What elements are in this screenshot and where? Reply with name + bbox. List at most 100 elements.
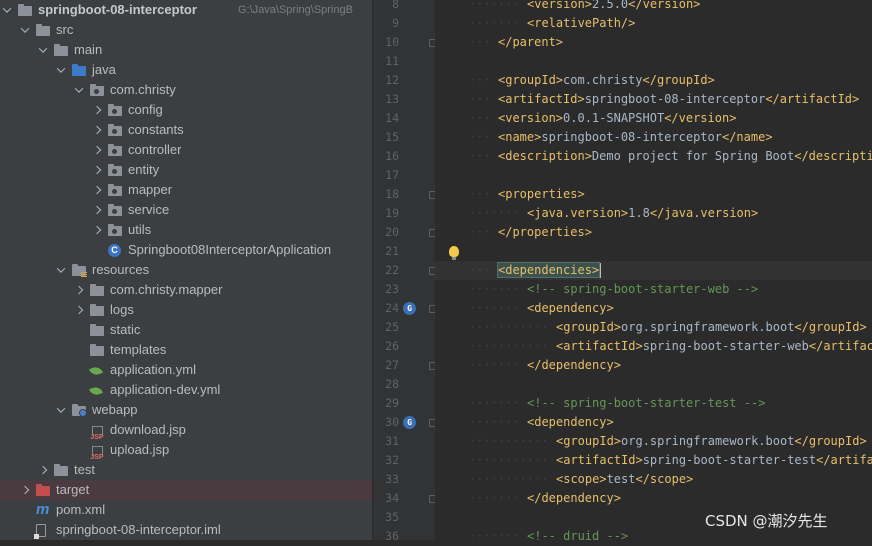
xml-tag: <name>	[498, 130, 542, 144]
code-line[interactable]: ······· <dependency>	[435, 299, 872, 318]
tree-item-label: service	[128, 202, 170, 217]
code-line[interactable]: ··· <name>springboot-08-interceptor</name…	[435, 128, 872, 147]
line-number: 15	[385, 130, 399, 144]
code-text: <description>Demo project for Spring Boo…	[498, 147, 872, 166]
tree-item-templates[interactable]: templates	[0, 340, 372, 360]
chevron-right-icon[interactable]	[91, 140, 103, 160]
code-line[interactable]: ······· <dependency>	[435, 413, 872, 432]
tree-item-utils[interactable]: utils	[0, 220, 372, 240]
tree-item-logs[interactable]: logs	[0, 300, 372, 320]
chevron-down-icon[interactable]	[55, 60, 67, 80]
chevron-down-icon[interactable]	[19, 20, 31, 40]
tree-item-com-christy-mapper[interactable]: com.christy.mapper	[0, 280, 372, 300]
chevron-down-icon[interactable]	[73, 80, 85, 100]
chevron-right-icon[interactable]	[19, 480, 31, 500]
chevron-right-icon[interactable]	[91, 200, 103, 220]
xml-tag: <dependencies>	[496, 262, 601, 278]
code-line[interactable]	[435, 52, 872, 71]
tree-item-java[interactable]: java	[0, 60, 372, 80]
code-text: <relativePath/>	[527, 14, 635, 33]
code-line[interactable]: ··········· <groupId>org.springframework.…	[435, 432, 872, 451]
code-line[interactable]: ······· <!-- spring-boot-starter-web -->	[435, 280, 872, 299]
resources-folder-icon	[72, 264, 87, 277]
code-line[interactable]: ··· <artifactId>springboot-08-interceptor…	[435, 90, 872, 109]
tree-item-entity[interactable]: entity	[0, 160, 372, 180]
code-line[interactable]: ······· <!-- spring-boot-starter-test -->	[435, 394, 872, 413]
tree-item-test[interactable]: test	[0, 460, 372, 480]
chevron-down-icon[interactable]	[37, 40, 49, 60]
code-line[interactable]: ··········· <artifactId>spring-boot-start…	[435, 337, 872, 356]
tree-item-com-christy[interactable]: com.christy	[0, 80, 372, 100]
tree-item-application-dev-yml[interactable]: application-dev.yml	[0, 380, 372, 400]
tree-row-root[interactable]: springboot-08-interceptor G:\Java\Spring\…	[0, 0, 372, 20]
tree-item-webapp[interactable]: webapp	[0, 400, 372, 420]
code-line[interactable]: ··········· <groupId>org.springframework.…	[435, 318, 872, 337]
chevron-down-icon[interactable]	[55, 400, 67, 420]
chevron-right-icon[interactable]	[73, 300, 85, 320]
tree-item-service[interactable]: service	[0, 200, 372, 220]
tree-item-download-jsp[interactable]: JSP download.jsp	[0, 420, 372, 441]
xml-text: springboot-08-interceptor	[541, 130, 722, 144]
tree-item-resources[interactable]: resources	[0, 260, 372, 280]
code-line[interactable]: ··· <groupId>com.christy</groupId>	[435, 71, 872, 90]
xml-tag: <version>	[527, 0, 593, 11]
tree-item-src[interactable]: src	[0, 20, 372, 40]
tree-item-controller[interactable]: controller	[0, 140, 372, 160]
editor-gutter[interactable]: 8 9 10 11 12 13 14 15 16 17 18 19 20 21 22 23 24 25 26 27 28…	[373, 0, 437, 543]
xml-tag: </groupId>	[794, 320, 867, 334]
chevron-down-icon[interactable]	[1, 0, 13, 20]
tree-item-main[interactable]: main	[0, 40, 372, 60]
tree-item-label: config	[128, 102, 163, 117]
code-line[interactable]: ······· </dependency>	[435, 356, 872, 375]
code-line[interactable]	[435, 242, 872, 261]
chevron-right-icon[interactable]	[73, 280, 85, 300]
tree-item-label: upload.jsp	[110, 442, 170, 457]
tree-item-static[interactable]: static	[0, 320, 372, 340]
code-line[interactable]: ··· <properties>	[435, 185, 872, 204]
tree-item-application-yml[interactable]: application.yml	[0, 360, 372, 380]
tree-item-springboot-08-interceptor-iml[interactable]: springboot-08-interceptor.iml	[0, 520, 372, 540]
tree-item-springboot08interceptorapplication[interactable]: C Springboot08InterceptorApplication	[0, 240, 372, 260]
code-line[interactable]: ··········· <artifactId>spring-boot-start…	[435, 451, 872, 470]
code-line[interactable]: ··· <dependencies>	[435, 261, 872, 280]
line-number: 30	[385, 415, 399, 429]
line-number: 16	[385, 149, 399, 163]
code-line[interactable]	[435, 166, 872, 185]
tree-item-constants[interactable]: constants	[0, 120, 372, 140]
chevron-right-icon[interactable]	[91, 180, 103, 200]
chevron-down-icon[interactable]	[55, 260, 67, 280]
code-editor[interactable]: ······· <version>2.5.0</version> ······· <r…	[435, 0, 872, 540]
tree-item-config[interactable]: config	[0, 100, 372, 120]
code-line[interactable]: ··········· <scope>test</scope>	[435, 470, 872, 489]
code-line[interactable]: ······· <relativePath/>	[435, 14, 872, 33]
code-line[interactable]: ······· </dependency>	[435, 489, 872, 508]
tree-item-label: constants	[128, 122, 184, 137]
xml-tag: </dependency>	[527, 491, 621, 505]
project-tree[interactable]: springboot-08-interceptor G:\Java\Spring\…	[0, 0, 372, 540]
code-line[interactable]: ··· <version>0.0.1-SNAPSHOT</version>	[435, 109, 872, 128]
chevron-right-icon[interactable]	[37, 460, 49, 480]
code-line[interactable]: ······· <java.version>1.8</java.version>	[435, 204, 872, 223]
chevron-right-icon[interactable]	[91, 100, 103, 120]
tree-item-mapper[interactable]: mapper	[0, 180, 372, 200]
tree-item-pom-xml[interactable]: m pom.xml	[0, 500, 372, 520]
code-line[interactable]	[435, 375, 872, 394]
chevron-right-icon[interactable]	[91, 120, 103, 140]
lightbulb-icon[interactable]	[449, 246, 459, 260]
indent-guide: ·······	[469, 491, 520, 505]
code-line[interactable]: ······· <version>2.5.0</version>	[435, 0, 872, 14]
code-line[interactable]: ··· </parent>	[435, 33, 872, 52]
chevron-right-icon[interactable]	[91, 160, 103, 180]
chevron-right-icon[interactable]	[91, 220, 103, 240]
code-line[interactable]: ··· </properties>	[435, 223, 872, 242]
tree-item-label: download.jsp	[110, 422, 186, 437]
dependency-gutter-icon[interactable]: G	[403, 302, 416, 315]
tree-item-label: java	[92, 62, 116, 77]
code-line[interactable]: ··· <description>Demo project for Spring …	[435, 147, 872, 166]
tree-item-target[interactable]: target	[0, 480, 372, 500]
dependency-gutter-icon[interactable]: G	[403, 416, 416, 429]
tree-item-upload-jsp[interactable]: JSP upload.jsp	[0, 440, 372, 461]
xml-tag: <properties>	[498, 187, 585, 201]
code-text: </dependency>	[527, 356, 621, 375]
indent-guide: ···	[469, 187, 491, 201]
